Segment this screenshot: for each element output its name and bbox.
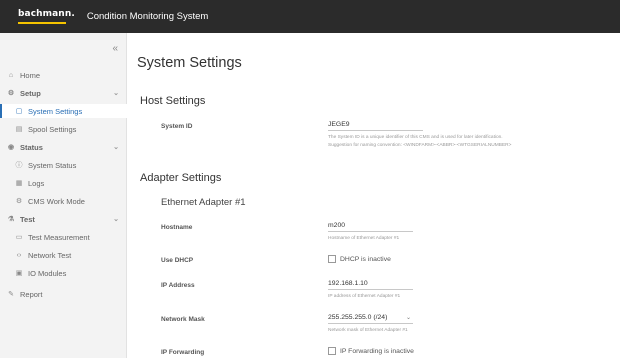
sidebar-item-io-modules[interactable]: ▣ IO Modules	[0, 266, 127, 280]
logs-icon: ▦	[15, 180, 23, 187]
square-icon: ▢	[15, 108, 23, 115]
sidebar-item-report[interactable]: ✎ Report	[0, 287, 127, 301]
chevron-down-icon: ⌄	[405, 315, 411, 321]
sidebar-item-setup[interactable]: ⚙ Setup ⌄	[0, 86, 127, 100]
brand-name: bachmann.	[18, 9, 75, 19]
sidebar-item-home[interactable]: ⌂ Home	[0, 68, 127, 82]
system-id-help: The System ID is a unique identifier of …	[328, 135, 503, 140]
sidebar-item-label: Report	[20, 289, 43, 299]
dhcp-status-text: DHCP is inactive	[340, 255, 391, 263]
system-id-label: System ID	[161, 123, 193, 130]
system-id-input[interactable]: JEGE9	[328, 121, 423, 131]
report-icon: ✎	[8, 291, 14, 298]
flask-icon: ⚗	[7, 216, 15, 223]
sidebar-item-label: Home	[20, 70, 41, 80]
adapter-settings-heading: Adapter Settings	[140, 172, 222, 184]
active-indicator	[0, 104, 2, 118]
chevron-down-icon: ⌄	[113, 144, 119, 151]
info-icon: ⓘ	[15, 162, 23, 169]
dhcp-checkbox[interactable]: DHCP is inactive	[328, 255, 391, 263]
ip-address-help: IP address of Ethernet Adapter #1	[328, 294, 401, 299]
hostname-label: Hostname	[161, 224, 193, 231]
checkbox-box[interactable]	[328, 347, 336, 355]
sidebar-item-system-status[interactable]: ⓘ System Status	[0, 158, 127, 172]
eye-icon: ◉	[7, 144, 15, 151]
sidebar-item-label: Logs	[28, 178, 45, 188]
sidebar-item-test[interactable]: ⚗ Test ⌄	[0, 212, 127, 226]
hostname-help: Hostname of Ethernet Adapter #1	[328, 236, 400, 241]
page-title: System Settings	[137, 55, 242, 71]
network-mask-value: 255.255.255.0 (/24)	[328, 314, 388, 321]
ip-forwarding-label: IP Forwarding	[161, 349, 205, 356]
top-bar: bachmann. Condition Monitoring System	[0, 0, 620, 33]
use-dhcp-label: Use DHCP	[161, 257, 194, 264]
checkbox-box[interactable]	[328, 255, 336, 263]
sidebar-item-label: IO Modules	[28, 268, 67, 278]
sidebar-item-network-test[interactable]: ‹› Network Test	[0, 248, 127, 262]
sidebar: « ⌂ Home ⚙ Setup ⌄ ▢ System Settings ▤ S…	[0, 33, 127, 358]
sidebar-item-label: Status	[20, 142, 43, 152]
hostname-input[interactable]: m200	[328, 222, 413, 232]
sidebar-item-system-settings[interactable]: ▢ System Settings	[0, 104, 127, 118]
ip-address-input[interactable]: 192.168.1.10	[328, 280, 413, 290]
sidebar-item-label: Test	[20, 214, 35, 224]
collapse-sidebar-icon[interactable]: «	[112, 43, 118, 54]
sidebar-item-cms-work-mode[interactable]: ⚙ CMS Work Mode	[0, 194, 127, 208]
sidebar-item-label: Network Test	[28, 250, 72, 260]
home-icon: ⌂	[8, 71, 14, 79]
network-mask-label: Network Mask	[161, 316, 205, 323]
network-mask-select[interactable]: 255.255.255.0 (/24) ⌄	[328, 314, 413, 324]
network-icon: ‹›	[16, 251, 22, 259]
sidebar-item-spool-settings[interactable]: ▤ Spool Settings	[0, 122, 127, 136]
ip-forwarding-checkbox[interactable]: IP Forwarding is inactive	[328, 347, 414, 355]
sidebar-item-test-measurement[interactable]: ▭ Test Measurement	[0, 230, 127, 244]
main-content: System Settings Host Settings System ID …	[128, 33, 620, 358]
sidebar-item-label: Spool Settings	[28, 124, 77, 134]
gear-icon: ⚙	[7, 90, 15, 97]
sidebar-item-label: Setup	[20, 88, 41, 98]
document-icon: ▤	[15, 126, 23, 133]
chart-icon: ▭	[15, 234, 23, 241]
sidebar-item-status[interactable]: ◉ Status ⌄	[0, 140, 127, 154]
network-mask-help: Network mask of Ethernet Adapter #1	[328, 328, 408, 333]
brand-accent-bar	[18, 22, 66, 24]
sidebar-item-label: System Settings	[28, 106, 83, 116]
chevron-down-icon: ⌄	[113, 90, 119, 97]
app-title: Condition Monitoring System	[86, 11, 209, 22]
brand-logo[interactable]: bachmann.	[18, 6, 75, 28]
ethernet-adapter-heading: Ethernet Adapter #1	[161, 197, 246, 208]
module-icon: ▣	[15, 270, 23, 277]
sidebar-item-label: System Status	[28, 160, 77, 170]
ip-forwarding-status-text: IP Forwarding is inactive	[340, 347, 414, 355]
ip-address-label: IP Address	[161, 282, 195, 289]
sidebar-item-logs[interactable]: ▦ Logs	[0, 176, 127, 190]
sidebar-item-label: Test Measurement	[28, 232, 90, 242]
sidebar-item-label: CMS Work Mode	[28, 196, 85, 206]
gear-icon: ⚙	[15, 198, 23, 205]
chevron-down-icon: ⌄	[113, 216, 119, 223]
system-id-naming-help: Suggestion for naming convention: <WINDF…	[328, 143, 512, 148]
host-settings-heading: Host Settings	[140, 95, 206, 107]
